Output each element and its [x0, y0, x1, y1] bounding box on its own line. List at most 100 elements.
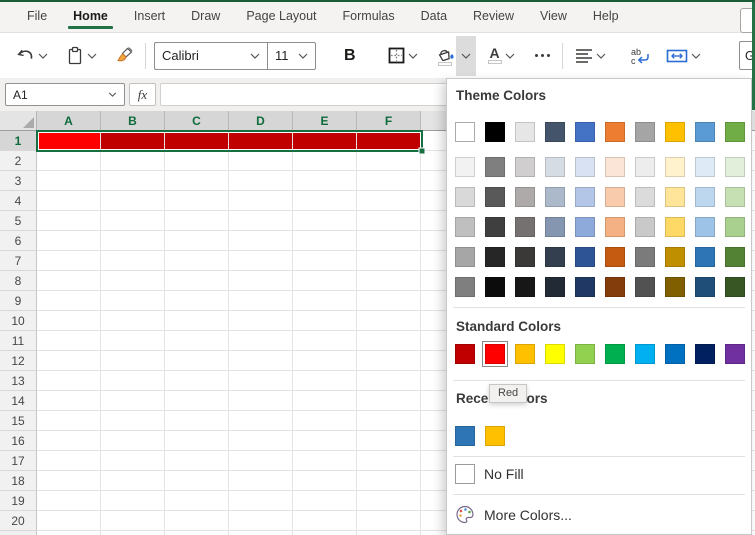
cell-a10[interactable]	[37, 311, 101, 331]
cell-d7[interactable]	[229, 251, 293, 271]
cell-e16[interactable]	[293, 431, 357, 451]
tab-draw[interactable]: Draw	[178, 0, 233, 32]
color-swatch[interactable]	[725, 122, 745, 142]
cell-a2[interactable]	[37, 151, 101, 171]
cell-c20[interactable]	[165, 511, 229, 531]
chevron-down-icon[interactable]	[38, 53, 48, 59]
color-swatch[interactable]	[635, 344, 655, 364]
more-options-icon[interactable]	[531, 38, 554, 74]
cell-e19[interactable]	[293, 491, 357, 511]
color-swatch[interactable]	[605, 187, 625, 207]
color-swatch[interactable]	[725, 187, 745, 207]
cell-b8[interactable]	[101, 271, 165, 291]
paste-button[interactable]	[64, 38, 99, 74]
column-header-c[interactable]: C	[165, 111, 229, 131]
color-swatch[interactable]	[515, 122, 535, 142]
cell-b14[interactable]	[101, 391, 165, 411]
row-header-4[interactable]: 4	[0, 191, 37, 211]
cell-c19[interactable]	[165, 491, 229, 511]
tab-formulas[interactable]: Formulas	[330, 0, 408, 32]
color-swatch[interactable]	[605, 277, 625, 297]
row-header-9[interactable]: 9	[0, 291, 37, 311]
cell-a15[interactable]	[37, 411, 101, 431]
color-swatch[interactable]	[695, 187, 715, 207]
cell-d8[interactable]	[229, 271, 293, 291]
cell-f20[interactable]	[357, 511, 421, 531]
cell-e3[interactable]	[293, 171, 357, 191]
color-swatch[interactable]	[575, 187, 595, 207]
row-header-15[interactable]: 15	[0, 411, 37, 431]
cell-d18[interactable]	[229, 471, 293, 491]
cell-f14[interactable]	[357, 391, 421, 411]
cell-e8[interactable]	[293, 271, 357, 291]
cell-f16[interactable]	[357, 431, 421, 451]
bold-button[interactable]: B	[338, 38, 362, 74]
color-swatch[interactable]	[575, 277, 595, 297]
color-swatch[interactable]	[575, 247, 595, 267]
fill-color-icon[interactable]	[434, 46, 456, 66]
cell-d9[interactable]	[229, 291, 293, 311]
color-swatch[interactable]	[695, 157, 715, 177]
cell-d13[interactable]	[229, 371, 293, 391]
cell-c7[interactable]	[165, 251, 229, 271]
color-swatch[interactable]	[455, 157, 475, 177]
tab-data[interactable]: Data	[408, 0, 460, 32]
cell-c14[interactable]	[165, 391, 229, 411]
color-swatch[interactable]	[635, 122, 655, 142]
tab-page-layout[interactable]: Page Layout	[233, 0, 329, 32]
cell-f2[interactable]	[357, 151, 421, 171]
row-header-10[interactable]: 10	[0, 311, 37, 331]
cell-a12[interactable]	[37, 351, 101, 371]
color-swatch[interactable]	[545, 344, 565, 364]
color-swatch[interactable]	[455, 122, 475, 142]
row-header-18[interactable]: 18	[0, 471, 37, 491]
cell-f11[interactable]	[357, 331, 421, 351]
cell-a5[interactable]	[37, 211, 101, 231]
tab-home[interactable]: Home	[60, 0, 121, 32]
cell-b10[interactable]	[101, 311, 165, 331]
wrap-text-button[interactable]: ab c	[628, 38, 652, 74]
color-swatch[interactable]	[635, 187, 655, 207]
cell-e15[interactable]	[293, 411, 357, 431]
cell-c11[interactable]	[165, 331, 229, 351]
cell-b20[interactable]	[101, 511, 165, 531]
cell-e2[interactable]	[293, 151, 357, 171]
row-header-20[interactable]: 20	[0, 511, 37, 531]
cell-b16[interactable]	[101, 431, 165, 451]
cell-b7[interactable]	[101, 251, 165, 271]
column-header-a[interactable]: A	[37, 111, 101, 131]
cell-c6[interactable]	[165, 231, 229, 251]
tab-help[interactable]: Help	[580, 0, 632, 32]
color-swatch[interactable]	[455, 344, 475, 364]
cell-a6[interactable]	[37, 231, 101, 251]
color-swatch[interactable]	[665, 217, 685, 237]
color-swatch[interactable]	[725, 247, 745, 267]
color-swatch[interactable]	[695, 122, 715, 142]
color-swatch[interactable]	[605, 217, 625, 237]
chevron-down-icon[interactable]	[87, 53, 97, 59]
cell-c9[interactable]	[165, 291, 229, 311]
color-swatch[interactable]	[515, 157, 535, 177]
cell-a3[interactable]	[37, 171, 101, 191]
cell-e5[interactable]	[293, 211, 357, 231]
color-swatch[interactable]	[485, 157, 505, 177]
color-swatch-hovered[interactable]	[485, 344, 505, 364]
chevron-down-icon[interactable]	[505, 53, 515, 59]
cell-a13[interactable]	[37, 371, 101, 391]
undo-button[interactable]	[14, 38, 50, 74]
cell-f3[interactable]	[357, 171, 421, 191]
cell-e10[interactable]	[293, 311, 357, 331]
color-swatch[interactable]	[485, 277, 505, 297]
color-swatch[interactable]	[545, 157, 565, 177]
tab-file[interactable]: File	[14, 0, 60, 32]
color-swatch[interactable]	[725, 344, 745, 364]
row-header-17[interactable]: 17	[0, 451, 37, 471]
color-swatch[interactable]	[455, 277, 475, 297]
cell-e12[interactable]	[293, 351, 357, 371]
color-swatch[interactable]	[575, 122, 595, 142]
row-header-1[interactable]: 1	[0, 131, 37, 151]
color-swatch[interactable]	[455, 187, 475, 207]
cell-c3[interactable]	[165, 171, 229, 191]
cell-d11[interactable]	[229, 331, 293, 351]
cell-a11[interactable]	[37, 331, 101, 351]
